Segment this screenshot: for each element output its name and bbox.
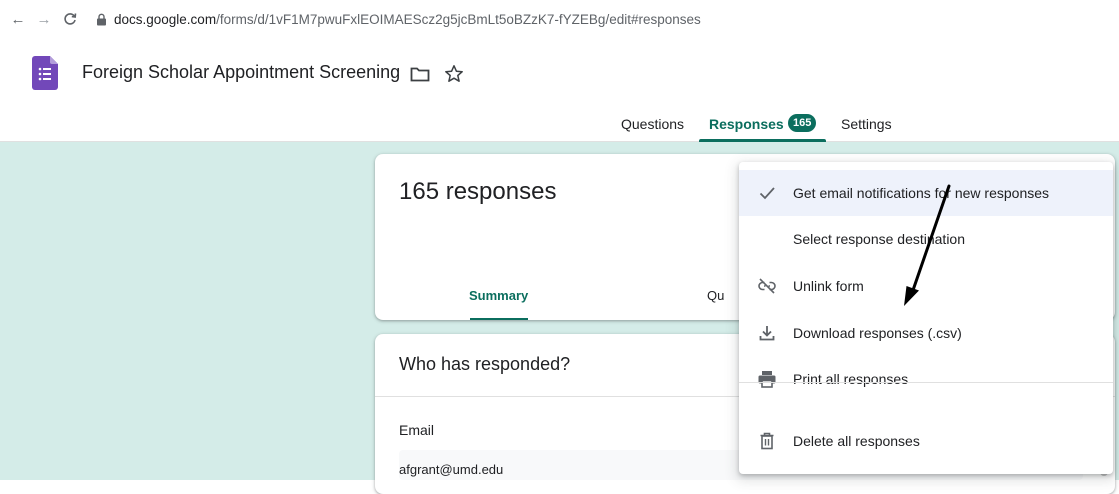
check-icon — [757, 183, 777, 203]
active-subtab-indicator — [470, 318, 528, 320]
menu-divider — [739, 382, 1113, 383]
subtab-question[interactable]: Qu — [707, 288, 724, 303]
forms-header: Foreign Scholar Appointment Screening Qu… — [0, 38, 1119, 142]
folder-icon[interactable] — [410, 66, 430, 87]
lock-icon — [94, 12, 108, 26]
star-icon[interactable] — [444, 64, 464, 89]
menu-item-label: Get email notifications for new response… — [793, 185, 1050, 201]
forward-arrow-icon[interactable]: → — [34, 9, 54, 29]
email-column-header: Email — [399, 422, 435, 438]
reload-icon[interactable] — [60, 9, 80, 29]
menu-item-delete-responses[interactable]: Delete all responses — [739, 418, 1113, 464]
trash-icon — [757, 431, 777, 451]
responses-count-heading: 165 responses — [399, 178, 557, 205]
menu-item-email-notifications[interactable]: Get email notifications for new response… — [739, 170, 1113, 216]
tab-responses[interactable]: Responses — [709, 116, 784, 132]
menu-item-select-destination[interactable]: Select response destination — [739, 216, 1113, 262]
who-responded-title: Who has responded? — [399, 354, 571, 374]
menu-item-unlink-form[interactable]: Unlink form — [739, 263, 1113, 309]
form-title[interactable]: Foreign Scholar Appointment Screening — [82, 62, 400, 83]
browser-toolbar: ← → docs.google.com/forms/d/1vF1M7pwuFxl… — [0, 0, 1119, 38]
responses-options-menu: Get email notifications for new response… — [739, 162, 1113, 474]
menu-item-label: Delete all responses — [793, 433, 920, 449]
back-arrow-icon[interactable]: ← — [8, 9, 28, 29]
menu-item-label: Unlink form — [793, 278, 864, 294]
respondent-email: afgrant@umd.edu — [399, 462, 504, 477]
unlink-icon — [757, 276, 777, 296]
menu-item-label: Print all responses — [793, 371, 909, 387]
menu-item-print-responses[interactable]: Print all responses — [739, 356, 1113, 402]
subtab-summary[interactable]: Summary — [469, 288, 528, 303]
google-forms-logo-icon[interactable] — [32, 56, 58, 90]
tab-settings[interactable]: Settings — [841, 116, 892, 132]
tab-questions[interactable]: Questions — [621, 116, 684, 132]
menu-item-label: Select response destination — [793, 231, 965, 247]
address-bar[interactable]: docs.google.com/forms/d/1vF1M7pwuFxlEOIM… — [94, 12, 701, 27]
menu-item-download-csv[interactable]: Download responses (.csv) — [739, 310, 1113, 356]
url-text: docs.google.com/forms/d/1vF1M7pwuFxlEOIM… — [114, 11, 701, 27]
menu-item-label: Download responses (.csv) — [793, 325, 962, 341]
print-icon — [757, 369, 777, 389]
form-tabs: Questions Responses 165 Settings — [0, 108, 1119, 142]
responses-count-badge: 165 — [788, 114, 817, 132]
download-icon — [757, 323, 777, 343]
